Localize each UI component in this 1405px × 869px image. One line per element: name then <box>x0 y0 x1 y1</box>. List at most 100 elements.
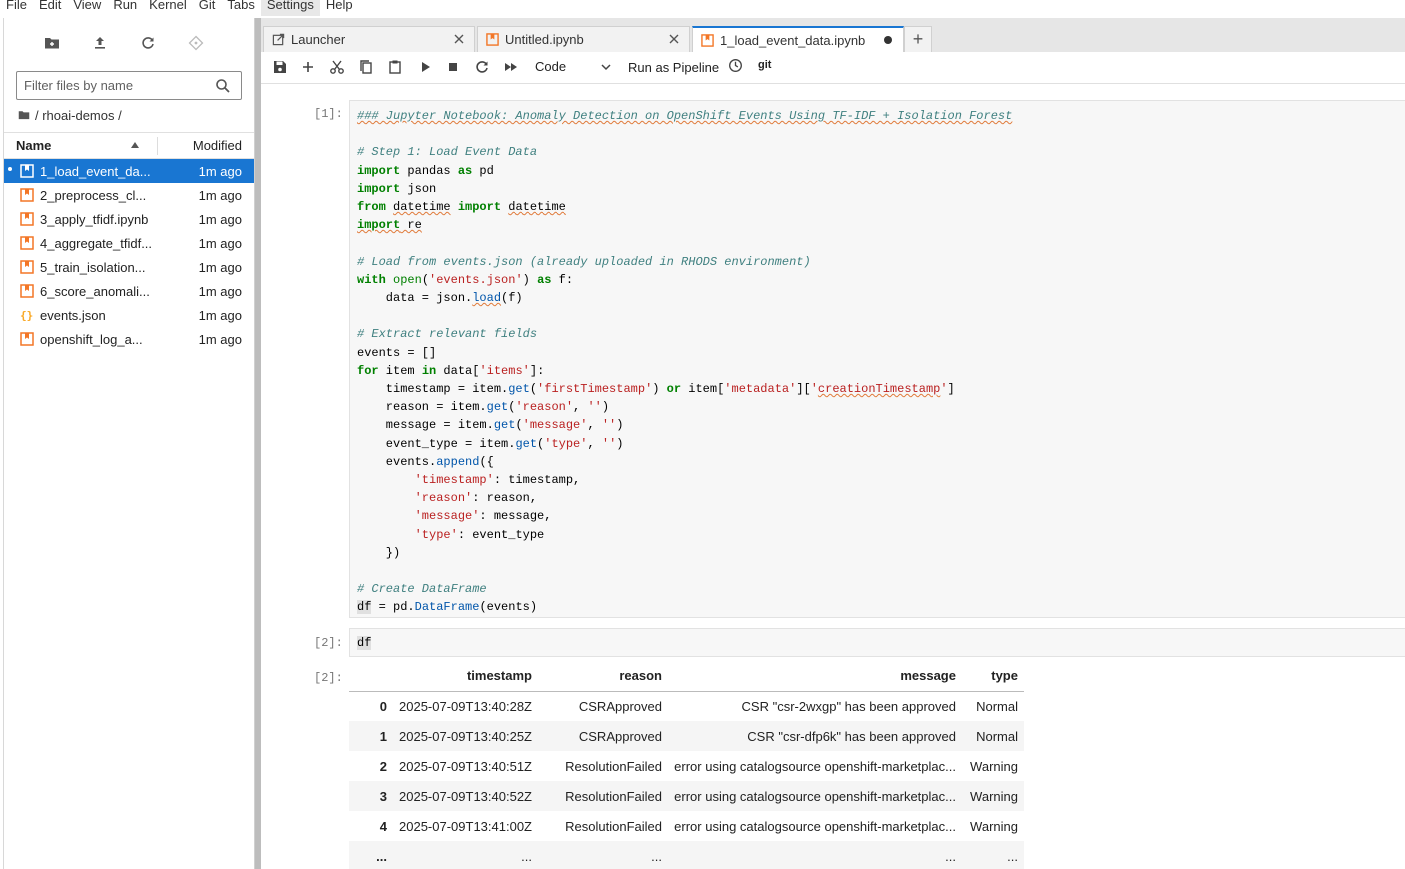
table-cell: ResolutionFailed <box>565 758 662 774</box>
menu-view[interactable]: View <box>67 0 107 16</box>
menu-kernel[interactable]: Kernel <box>143 0 193 16</box>
file-row[interactable]: 4_aggregate_tfidf... 1m ago <box>4 231 254 255</box>
menu-edit[interactable]: Edit <box>33 0 67 16</box>
file-modified: 1m ago <box>198 187 242 203</box>
tab-untitled[interactable]: Untitled.ipynb <box>477 26 690 52</box>
cell-type-select[interactable]: Code <box>535 59 566 74</box>
copy-button[interactable] <box>358 59 374 75</box>
table-index: 4 <box>379 818 387 834</box>
close-icon[interactable] <box>667 32 681 46</box>
tab-label: Launcher <box>291 32 346 47</box>
new-folder-button[interactable] <box>28 28 76 58</box>
table-index: ... <box>349 841 393 869</box>
file-row[interactable]: openshift_log_a... 1m ago <box>4 327 254 351</box>
menu-run[interactable]: Run <box>107 0 143 16</box>
insert-cell-button[interactable] <box>300 59 316 75</box>
run-as-pipeline-button[interactable]: Run as Pipeline <box>628 60 719 75</box>
tab-label: Untitled.ipynb <box>505 32 584 47</box>
file-filter-input[interactable] <box>24 78 209 93</box>
dataframe-output-table: timestamp reason message type 0 2025-07-… <box>349 661 1024 869</box>
notebook-icon <box>20 164 34 178</box>
plus-icon <box>303 62 313 72</box>
save-button[interactable] <box>272 59 288 75</box>
output-prompt: [2]: <box>314 671 343 685</box>
search-icon <box>216 79 230 93</box>
table-cell: Warning <box>970 758 1018 774</box>
table-index: 2 <box>379 758 387 774</box>
file-filter-field[interactable] <box>16 71 242 100</box>
tab-launcher[interactable]: Launcher <box>263 26 475 52</box>
table-header <box>349 661 393 692</box>
clock-icon[interactable] <box>728 58 743 73</box>
file-name: 4_aggregate_tfidf... <box>40 235 153 251</box>
menu-tabs[interactable]: Tabs <box>221 0 260 16</box>
file-row[interactable]: {} events.json 1m ago <box>4 303 254 327</box>
file-modified: 1m ago <box>198 283 242 299</box>
file-row[interactable]: 5_train_isolation... 1m ago <box>4 255 254 279</box>
file-modified: 1m ago <box>198 211 242 227</box>
notebook-icon <box>20 260 34 274</box>
menu-help[interactable]: Help <box>320 0 359 16</box>
table-cell: ResolutionFailed <box>565 818 662 834</box>
breadcrumb-path[interactable]: / rhoai-demos / <box>35 108 122 123</box>
file-browser-toolbar <box>4 18 254 68</box>
code-content: ### Jupyter Notebook: Anomaly Detection … <box>357 109 1013 615</box>
code-cell-editor[interactable]: df <box>349 628 1405 657</box>
cut-icon <box>330 60 344 74</box>
cut-button[interactable] <box>329 59 345 75</box>
restart-kernel-button[interactable] <box>474 59 490 75</box>
cell-prompt: [1]: <box>314 107 343 121</box>
fast-forward-icon <box>505 63 517 71</box>
save-icon <box>274 61 286 73</box>
column-divider <box>157 137 158 155</box>
git-button[interactable]: git <box>758 59 771 71</box>
table-cell: 2025-07-09T13:40:51Z <box>399 758 532 774</box>
table-header-row: timestamp reason message type <box>349 661 1024 692</box>
refresh-button[interactable] <box>124 28 172 58</box>
close-icon[interactable] <box>452 32 466 46</box>
file-name: 6_score_anomali... <box>40 283 150 299</box>
table-cell: 2025-07-09T13:40:28Z <box>399 698 532 714</box>
file-row[interactable]: 1_load_event_da... 1m ago <box>4 159 254 183</box>
json-file-icon: {} <box>20 309 33 322</box>
file-modified: 1m ago <box>198 307 242 323</box>
file-name: 1_load_event_da... <box>40 163 151 179</box>
new-tab-button[interactable]: + <box>904 26 932 52</box>
sort-ascending-icon <box>131 142 139 148</box>
table-row: 0 2025-07-09T13:40:28Z CSRApproved CSR "… <box>349 691 1024 721</box>
file-row[interactable]: 2_preprocess_cl... 1m ago <box>4 183 254 207</box>
notebook-icon <box>486 33 499 46</box>
unsaved-dot-icon[interactable] <box>881 33 895 47</box>
table-cell: 2025-07-09T13:40:25Z <box>393 721 538 751</box>
menu-git[interactable]: Git <box>193 0 222 16</box>
interrupt-button[interactable] <box>445 59 461 75</box>
code-cell-editor[interactable]: ### Jupyter Notebook: Anomaly Detection … <box>349 100 1405 618</box>
run-button[interactable] <box>417 59 433 75</box>
paste-icon <box>389 60 401 74</box>
git-clone-button[interactable] <box>172 28 220 58</box>
menu-file[interactable]: File <box>0 0 33 16</box>
upload-button[interactable] <box>76 28 124 58</box>
column-name-header[interactable]: Name <box>16 138 51 153</box>
table-cell: error using catalogsource openshift-mark… <box>674 818 956 834</box>
folder-icon[interactable] <box>18 109 30 121</box>
file-row[interactable]: 6_score_anomali... 1m ago <box>4 279 254 303</box>
table-header: timestamp <box>393 661 538 692</box>
file-name: events.json <box>40 307 106 323</box>
table-cell: ... <box>537 841 668 869</box>
column-modified-header[interactable]: Modified <box>193 138 242 153</box>
file-name: 2_preprocess_cl... <box>40 187 147 203</box>
table-cell: Warning <box>961 781 1024 811</box>
paste-button[interactable] <box>387 59 403 75</box>
tab-load-event-data[interactable]: 1_load_event_data.ipynb <box>692 26 904 53</box>
stop-icon <box>449 63 457 71</box>
restart-run-all-button[interactable] <box>503 59 519 75</box>
file-browser: / rhoai-demos / Name Modified 1_load_eve… <box>4 18 255 869</box>
table-cell: CSR "csr-dfp6k" has been approved <box>667 721 962 751</box>
table-header: type <box>961 661 1024 692</box>
tab-bar: Launcher Untitled.ipynb 1_load_event_dat… <box>261 18 1405 53</box>
file-row[interactable]: 3_apply_tfidf.ipynb 1m ago <box>4 207 254 231</box>
menu-settings[interactable]: Settings <box>260 0 320 16</box>
chevron-down-icon[interactable] <box>600 61 612 73</box>
notebook-panel: [1]: ### Jupyter Notebook: Anomaly Detec… <box>261 85 1405 869</box>
